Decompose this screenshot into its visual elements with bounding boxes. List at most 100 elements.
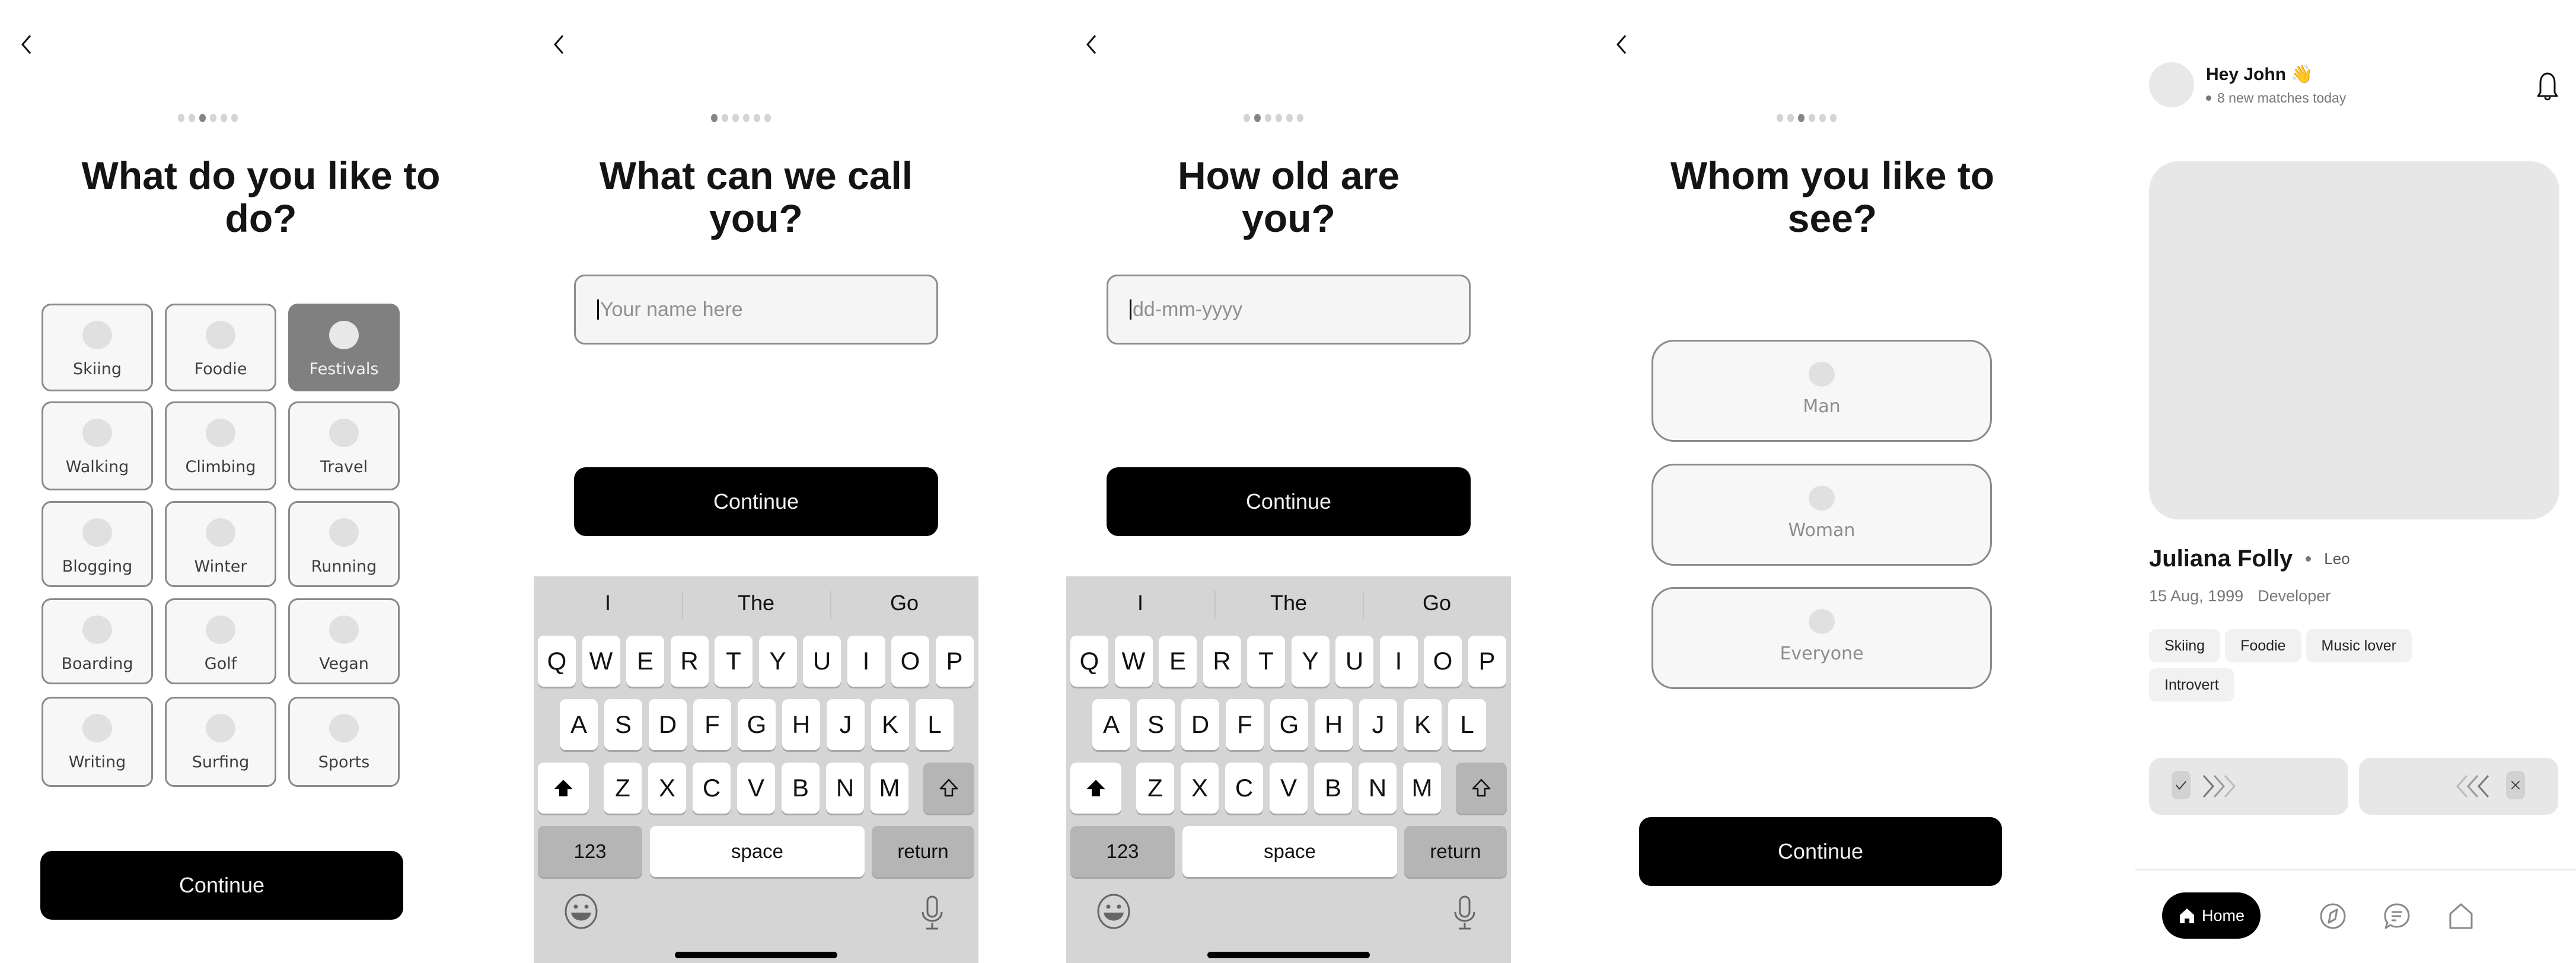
key-w[interactable]: W [1114, 636, 1153, 687]
key-f[interactable]: F [1226, 699, 1264, 750]
key-l[interactable]: L [916, 699, 954, 750]
name-input[interactable]: Your name here [574, 275, 938, 345]
key-b[interactable]: B [1314, 763, 1352, 814]
activity-option-vegan[interactable]: Vegan [288, 598, 400, 684]
key-v[interactable]: V [737, 763, 775, 814]
activity-option-blogging[interactable]: Blogging [42, 501, 153, 587]
chat-icon[interactable] [2383, 902, 2411, 930]
birthdate-input[interactable]: dd-mm-yyyy [1107, 275, 1471, 345]
key-j[interactable]: J [827, 699, 865, 750]
suggestion-item[interactable]: Go [830, 576, 978, 630]
activity-option-surfing[interactable]: Surfing [165, 697, 276, 787]
key-c[interactable]: C [1225, 763, 1263, 814]
key-e[interactable]: E [1159, 636, 1197, 687]
activity-option-foodie[interactable]: Foodie [165, 304, 276, 391]
key-m[interactable]: M [871, 763, 908, 814]
key-d[interactable]: D [1181, 699, 1219, 750]
key-q[interactable]: Q [1070, 636, 1108, 687]
tag-chip[interactable]: Music lover [2306, 629, 2412, 662]
shift-key[interactable] [538, 763, 589, 814]
activity-option-festivals[interactable]: Festivals [288, 304, 400, 391]
emoji-button[interactable] [563, 894, 599, 932]
suggestion-item[interactable]: I [534, 576, 682, 630]
key-p[interactable]: P [1468, 636, 1506, 687]
shift-key-outline[interactable] [923, 763, 974, 814]
key-v[interactable]: V [1270, 763, 1308, 814]
key-l[interactable]: L [1448, 699, 1486, 750]
suggestion-item[interactable]: Go [1363, 576, 1511, 630]
shift-key[interactable] [1070, 763, 1121, 814]
key-c[interactable]: C [693, 763, 731, 814]
continue-button[interactable]: Continue [40, 851, 403, 920]
suggestion-item[interactable]: The [682, 576, 830, 630]
compass-icon[interactable] [2319, 902, 2347, 930]
tag-chip[interactable]: Foodie [2225, 629, 2301, 662]
pass-swipe-button[interactable] [2359, 758, 2558, 815]
activity-option-golf[interactable]: Golf [165, 598, 276, 684]
key-i[interactable]: I [1379, 636, 1418, 687]
key-i[interactable]: I [847, 636, 885, 687]
space-key[interactable]: space [1182, 826, 1397, 877]
key-t[interactable]: T [1247, 636, 1285, 687]
key-o[interactable]: O [1424, 636, 1462, 687]
key-b[interactable]: B [782, 763, 820, 814]
return-key[interactable]: return [872, 826, 974, 877]
key-x[interactable]: X [648, 763, 686, 814]
activity-option-climbing[interactable]: Climbing [165, 401, 276, 490]
return-key[interactable]: return [1404, 826, 1507, 877]
user-avatar[interactable] [2149, 62, 2194, 107]
key-w[interactable]: W [582, 636, 620, 687]
key-s[interactable]: S [604, 699, 642, 750]
numbers-key[interactable]: 123 [1070, 826, 1175, 877]
activity-option-running[interactable]: Running [288, 501, 400, 587]
activity-option-boarding[interactable]: Boarding [42, 598, 153, 684]
activity-option-sports[interactable]: Sports [288, 697, 400, 787]
key-n[interactable]: N [826, 763, 864, 814]
key-z[interactable]: Z [604, 763, 642, 814]
key-y[interactable]: Y [1291, 636, 1330, 687]
shift-key-outline[interactable] [1456, 763, 1507, 814]
preference-option-woman[interactable]: Woman [1652, 464, 1992, 566]
key-a[interactable]: A [560, 699, 598, 750]
key-j[interactable]: J [1359, 699, 1397, 750]
preference-option-man[interactable]: Man [1652, 340, 1992, 442]
key-x[interactable]: X [1181, 763, 1219, 814]
key-e[interactable]: E [626, 636, 664, 687]
tag-chip[interactable]: Skiing [2149, 629, 2221, 662]
key-m[interactable]: M [1403, 763, 1441, 814]
key-n[interactable]: N [1359, 763, 1397, 814]
continue-button[interactable]: Continue [1639, 817, 2002, 886]
numbers-key[interactable]: 123 [538, 826, 642, 877]
key-t[interactable]: T [715, 636, 753, 687]
key-z[interactable]: Z [1136, 763, 1174, 814]
emoji-button[interactable] [1096, 894, 1131, 932]
key-h[interactable]: H [1315, 699, 1353, 750]
key-y[interactable]: Y [758, 636, 797, 687]
continue-button[interactable]: Continue [1107, 467, 1471, 536]
profile-photo-card[interactable] [2149, 161, 2559, 519]
notifications-button[interactable] [2536, 70, 2559, 103]
activity-option-writing[interactable]: Writing [42, 697, 153, 787]
activity-option-winter[interactable]: Winter [165, 501, 276, 587]
key-f[interactable]: F [693, 699, 731, 750]
back-button[interactable] [1079, 30, 1103, 59]
microphone-button[interactable] [920, 895, 944, 934]
key-o[interactable]: O [891, 636, 929, 687]
key-d[interactable]: D [649, 699, 687, 750]
like-swipe-button[interactable] [2149, 758, 2348, 815]
space-key[interactable]: space [650, 826, 865, 877]
activity-option-travel[interactable]: Travel [288, 401, 400, 490]
key-u[interactable]: U [803, 636, 841, 687]
tag-chip[interactable]: Introvert [2149, 668, 2234, 701]
key-u[interactable]: U [1335, 636, 1373, 687]
preference-option-everyone[interactable]: Everyone [1652, 587, 1992, 689]
key-q[interactable]: Q [538, 636, 576, 687]
suggestion-item[interactable]: I [1066, 576, 1214, 630]
back-button[interactable] [14, 30, 38, 59]
key-k[interactable]: K [871, 699, 909, 750]
activity-option-walking[interactable]: Walking [42, 401, 153, 490]
microphone-button[interactable] [1453, 895, 1477, 934]
key-g[interactable]: G [1270, 699, 1308, 750]
key-r[interactable]: R [1203, 636, 1241, 687]
key-a[interactable]: A [1092, 699, 1130, 750]
